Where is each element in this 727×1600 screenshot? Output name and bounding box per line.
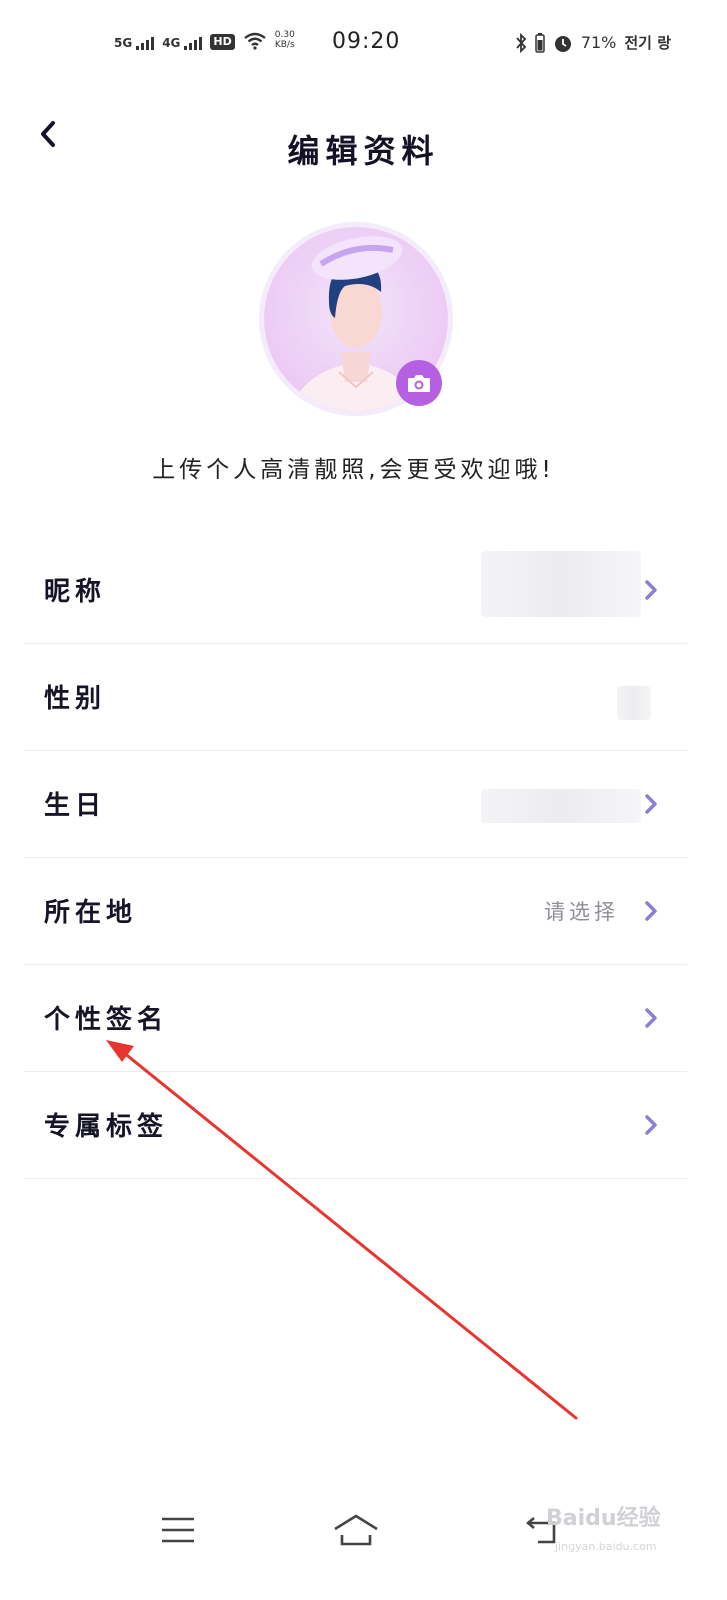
status-right: 71% 전기 랑 xyxy=(515,32,671,53)
row-label: 所在地 xyxy=(44,898,138,928)
avatar-upload[interactable] xyxy=(259,222,453,416)
home-button[interactable] xyxy=(326,1500,386,1560)
camera-button[interactable] xyxy=(396,360,442,406)
row-gender[interactable]: 性别 xyxy=(24,644,687,751)
carrier-label: 전기 랑 xyxy=(624,34,671,52)
chevron-right-icon xyxy=(645,1008,657,1028)
row-label: 生日 xyxy=(44,791,107,821)
menu-icon xyxy=(162,1517,194,1543)
wifi-icon xyxy=(244,32,266,50)
status-bar: 5G 4G HD 0.30 KB/s 09:20 71% 전기 랑 xyxy=(0,0,727,84)
home-icon xyxy=(334,1514,378,1546)
row-exclusive-tags[interactable]: 专属标签 xyxy=(24,1072,687,1179)
profile-field-list: 昵称 性别 生日 所在地 请选择 个性签名 专属标签 xyxy=(24,537,687,1179)
row-label: 昵称 xyxy=(44,577,107,607)
page-title: 编辑资料 xyxy=(287,132,440,170)
bluetooth-icon xyxy=(516,32,527,53)
row-birthday[interactable]: 生日 xyxy=(24,751,687,858)
status-left: 5G 4G HD 0.30 KB/s xyxy=(114,30,295,50)
signal-4g-icon: 4G xyxy=(162,36,203,50)
watermark-url: jingyan.baidu.com xyxy=(555,1540,657,1553)
signal-5g-label: 5G xyxy=(114,36,133,50)
signal-4g-label: 4G xyxy=(162,36,181,50)
network-speed-unit: KB/s xyxy=(274,40,295,50)
chevron-right-icon xyxy=(645,794,657,814)
chevron-right-icon xyxy=(645,1115,657,1135)
battery-icon xyxy=(535,32,545,53)
menu-button[interactable] xyxy=(148,1500,208,1560)
row-label: 性别 xyxy=(44,684,107,714)
row-location[interactable]: 所在地 请选择 xyxy=(24,858,687,965)
row-label: 个性签名 xyxy=(44,1005,169,1035)
blurred-value xyxy=(481,789,641,823)
row-value: 请选择 xyxy=(544,900,619,924)
hd-voice-icon: HD xyxy=(210,34,235,50)
row-label: 专属标签 xyxy=(44,1112,169,1142)
row-signature[interactable]: 个性签名 xyxy=(24,965,687,1072)
row-nickname[interactable]: 昵称 xyxy=(24,537,687,644)
alarm-icon xyxy=(554,35,571,52)
chevron-right-icon xyxy=(645,901,657,921)
camera-icon xyxy=(408,375,430,392)
network-speed: 0.30 KB/s xyxy=(275,30,295,50)
blurred-value xyxy=(617,686,651,720)
signal-5g-icon: 5G xyxy=(114,36,155,50)
status-time: 09:20 xyxy=(332,29,401,54)
blurred-value xyxy=(481,551,641,617)
upload-hint: 上传个人高清靓照,会更受欢迎哦! xyxy=(152,457,555,483)
watermark-logo: Baidu经验 xyxy=(546,1506,661,1531)
battery-percent: 71% xyxy=(580,33,617,52)
chevron-right-icon xyxy=(645,580,657,600)
network-speed-value: 0.30 xyxy=(274,30,295,40)
